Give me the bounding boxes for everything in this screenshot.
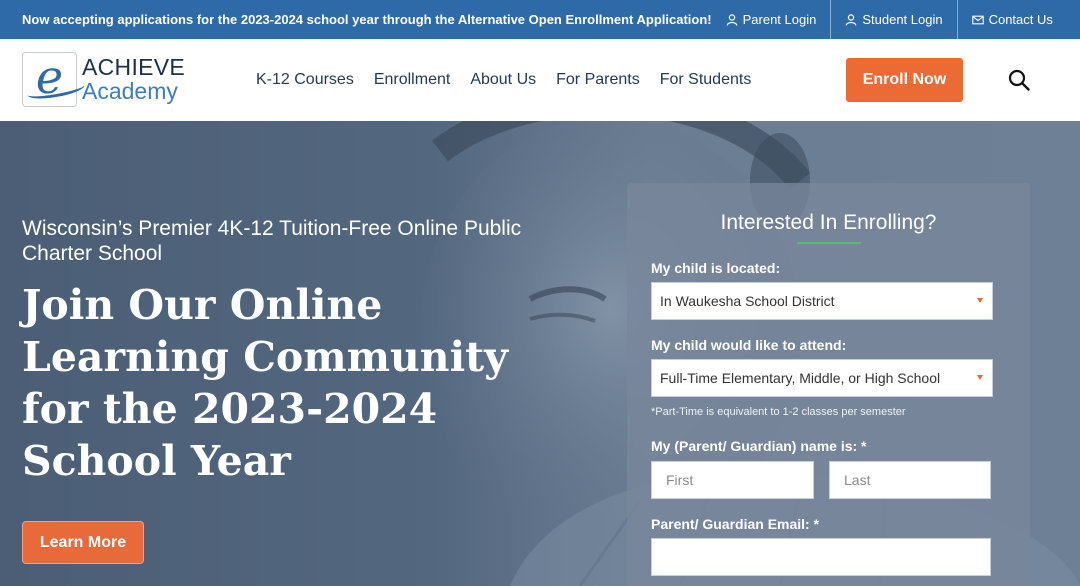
attend-select-value: Full-Time Elementary, Middle, or High Sc… — [660, 370, 941, 386]
location-label: My child is located: — [651, 260, 781, 276]
nav-enrollment[interactable]: Enrollment — [364, 71, 460, 89]
part-time-note: *Part-Time is equivalent to 1-2 classes … — [651, 406, 906, 418]
parent-login-label: Parent Login — [742, 12, 817, 27]
logo-mark: e — [22, 52, 86, 107]
site-header: e ACHIEVE Academy K-12 Courses Enrollmen… — [0, 39, 1080, 121]
search-button[interactable] — [1008, 69, 1030, 91]
user-icon — [726, 13, 738, 26]
learn-more-button[interactable]: Learn More — [22, 521, 144, 564]
contact-us-link[interactable]: Contact Us — [956, 0, 1080, 39]
contact-us-label: Contact Us — [988, 12, 1053, 27]
hero-section: Wisconsin’s Premier 4K-12 Tuition-Free O… — [0, 121, 1080, 586]
chevron-down-icon — [977, 298, 983, 303]
main-nav: K-12 Courses Enrollment About Us For Par… — [246, 39, 761, 121]
nav-k12-courses[interactable]: K-12 Courses — [246, 71, 364, 89]
nav-for-parents[interactable]: For Parents — [546, 71, 650, 89]
student-login-link[interactable]: Student Login — [830, 0, 956, 39]
user-icon — [845, 13, 857, 26]
hero-subtitle: Wisconsin’s Premier 4K-12 Tuition-Free O… — [22, 217, 522, 265]
logo-wordmark: ACHIEVE Academy — [82, 56, 185, 103]
attend-select[interactable]: Full-Time Elementary, Middle, or High Sc… — [651, 359, 993, 397]
enrollment-form: Interested In Enrolling? My child is loc… — [627, 183, 1030, 586]
announcement-text: Now accepting applications for the 2023-… — [22, 12, 712, 27]
site-logo[interactable]: e ACHIEVE Academy — [22, 52, 185, 107]
guardian-email-label: Parent/ Guardian Email: * — [651, 516, 820, 532]
envelope-icon — [971, 15, 984, 24]
guardian-email-input[interactable] — [651, 538, 991, 576]
first-name-input[interactable] — [651, 461, 814, 499]
attend-label: My child would like to attend: — [651, 337, 847, 353]
nav-for-students[interactable]: For Students — [650, 71, 762, 89]
location-select[interactable]: In Waukesha School District — [651, 282, 993, 320]
last-name-input[interactable] — [829, 461, 991, 499]
chevron-down-icon — [977, 375, 983, 380]
enroll-now-button[interactable]: Enroll Now — [846, 58, 963, 102]
form-title: Interested In Enrolling? — [720, 211, 937, 234]
announcement-bar: Now accepting applications for the 2023-… — [0, 0, 1080, 39]
guardian-name-label: My (Parent/ Guardian) name is: * — [651, 438, 867, 454]
logo-line1: ACHIEVE — [82, 54, 186, 80]
hero-title: Join Our Online Learning Community for t… — [22, 281, 508, 485]
logo-line2: Academy — [82, 78, 178, 104]
location-select-value: In Waukesha School District — [660, 293, 835, 309]
utility-links: Parent Login Student Login Contact Us — [712, 0, 1080, 39]
search-icon — [1008, 69, 1030, 91]
nav-about-us[interactable]: About Us — [460, 71, 546, 89]
form-title-divider — [796, 242, 861, 244]
hero-copy: Wisconsin’s Premier 4K-12 Tuition-Free O… — [22, 216, 582, 487]
parent-login-link[interactable]: Parent Login — [712, 0, 831, 39]
student-login-label: Student Login — [862, 12, 943, 27]
